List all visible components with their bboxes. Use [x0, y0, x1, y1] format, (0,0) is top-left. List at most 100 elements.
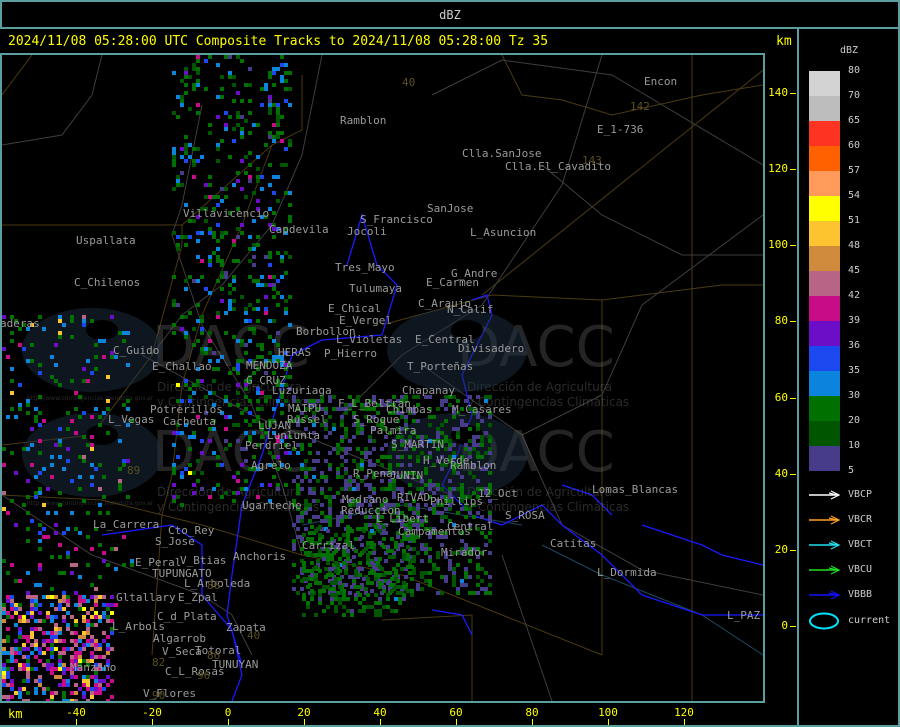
- radar-cell: [420, 571, 424, 575]
- radar-cell: [244, 431, 248, 435]
- radar-cell: [272, 191, 276, 195]
- radar-cell: [416, 419, 420, 423]
- radar-cell: [348, 591, 352, 595]
- radar-cell: [484, 451, 488, 455]
- radar-cell: [110, 611, 114, 615]
- radar-cell: [292, 543, 296, 547]
- radar-cell: [428, 423, 432, 427]
- radar-cell: [476, 563, 480, 567]
- radar-cell: [324, 479, 328, 483]
- radar-cell: [98, 595, 102, 599]
- route-number: 86: [207, 649, 221, 662]
- radar-cell: [90, 463, 94, 467]
- radar-cell: [276, 67, 280, 71]
- radar-cell: [292, 587, 296, 591]
- radar-cell: [94, 639, 98, 643]
- radar-cell: [30, 463, 34, 467]
- radar-cell: [102, 411, 106, 415]
- radar-cell: [252, 419, 256, 423]
- radar-cell: [456, 511, 460, 515]
- radar-cell: [224, 439, 228, 443]
- radar-cell: [316, 459, 320, 463]
- radar-cell: [370, 605, 374, 609]
- radar-cell: [42, 419, 46, 423]
- radar-cell: [296, 519, 300, 523]
- radar-cell: [440, 423, 444, 427]
- radar-cell: [54, 615, 58, 619]
- radar-cell: [172, 231, 176, 235]
- radar-cell: [300, 487, 304, 491]
- radar-cell: [38, 423, 42, 427]
- radar-cell: [272, 339, 276, 343]
- radar-cell: [176, 115, 180, 119]
- radar-cell: [220, 299, 224, 303]
- radar-cell: [18, 663, 22, 667]
- radar-cell: [78, 655, 82, 659]
- track-arrow-icon: [809, 490, 841, 500]
- radar-cell: [348, 479, 352, 483]
- radar-cell: [30, 667, 34, 671]
- radar-cell: [82, 499, 86, 503]
- track-arrow-icon: [809, 515, 841, 525]
- route-number: 142: [630, 100, 650, 113]
- radar-cell: [440, 467, 444, 471]
- radar-cell: [406, 545, 410, 549]
- radar-cell: [2, 559, 6, 563]
- radar-cell: [30, 599, 34, 603]
- radar-cell: [236, 423, 240, 427]
- radar-cell: [118, 331, 122, 335]
- radar-cell: [288, 139, 292, 143]
- radar-cell: [236, 391, 240, 395]
- radar-cell: [106, 431, 110, 435]
- radar-cell: [30, 607, 34, 611]
- radar-cell: [34, 595, 38, 599]
- radar-cell: [310, 577, 314, 581]
- radar-cell: [330, 581, 334, 585]
- radar-cell: [440, 519, 444, 523]
- radar-cell: [110, 547, 114, 551]
- radar-cell: [280, 55, 284, 59]
- radar-cell: [86, 683, 90, 687]
- radar-cell: [118, 479, 122, 483]
- y-axis-unit: km: [776, 34, 792, 49]
- radar-cell: [30, 635, 34, 639]
- radar-cell: [372, 447, 376, 451]
- radar-map[interactable]: DACC DACC Dirección de Agricultura Direcció…: [2, 55, 763, 701]
- radar-cell: [98, 643, 102, 647]
- radar-cell: [184, 287, 188, 291]
- radar-cell: [244, 479, 248, 483]
- radar-cell: [38, 371, 42, 375]
- radar-cell: [340, 475, 344, 479]
- radar-cell: [336, 515, 340, 519]
- radar-cell: [110, 315, 114, 319]
- radar-cell: [484, 571, 488, 575]
- legend-value: 35: [848, 365, 861, 376]
- radar-cell: [102, 551, 106, 555]
- radar-cell: [172, 467, 176, 471]
- track-arrow-icon: [809, 590, 841, 600]
- radar-cell: [172, 323, 176, 327]
- radar-cell: [46, 615, 50, 619]
- radar-cell: [224, 187, 228, 191]
- radar-cell: [6, 611, 10, 615]
- radar-cell: [370, 529, 374, 533]
- radar-cell: [232, 83, 236, 87]
- radar-cell: [456, 487, 460, 491]
- radar-cell: [94, 367, 98, 371]
- radar-cell: [62, 595, 66, 599]
- radar-cell: [436, 483, 440, 487]
- radar-cell: [340, 423, 344, 427]
- radar-cell: [350, 609, 354, 613]
- radar-cell: [324, 519, 328, 523]
- radar-cell: [248, 423, 252, 427]
- radar-cell: [308, 519, 312, 523]
- radar-cell: [358, 537, 362, 541]
- radar-cell: [288, 375, 292, 379]
- radar-cell: [74, 643, 78, 647]
- radar-cell: [2, 603, 6, 607]
- radar-cell: [336, 471, 340, 475]
- y-tick-mark: [790, 397, 796, 399]
- radar-cell: [90, 635, 94, 639]
- radar-cell: [6, 599, 10, 603]
- radar-cell: [488, 551, 492, 555]
